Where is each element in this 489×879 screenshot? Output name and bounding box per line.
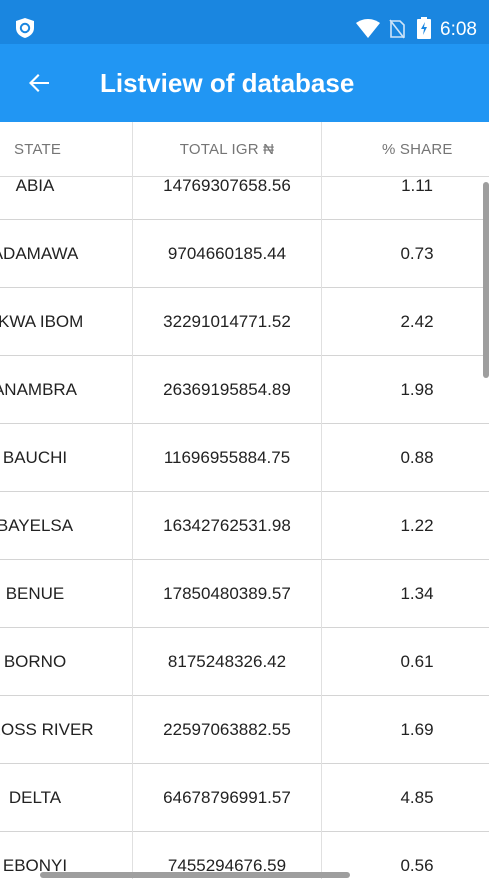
table-row[interactable]: BENUE 17850480389.57 1.34	[0, 560, 489, 628]
cell-state: BENUE	[5, 583, 65, 603]
cell-total-igr: 11696955884.75	[163, 447, 291, 467]
cell-share: 1.69	[400, 719, 434, 739]
cell-share: 0.61	[400, 651, 434, 671]
table-row[interactable]: BORNO 8175248326.42 0.61	[0, 628, 489, 696]
cell-total-igr: 22597063882.55	[163, 719, 291, 739]
cell-state: BAYELSA	[0, 515, 74, 535]
cell-state: CROSS RIVER	[0, 719, 94, 739]
column-divider	[321, 122, 322, 879]
cell-total-igr: 64678796991.57	[163, 787, 291, 807]
column-header-share[interactable]: % SHARE	[322, 122, 489, 176]
cell-share: 0.73	[400, 243, 434, 263]
cell-state: AKWA IBOM	[0, 311, 84, 331]
database-table[interactable]: STATE TOTAL IGR ₦ % SHARE ABIA 147693076…	[0, 122, 489, 879]
cell-state: BAUCHI	[2, 447, 68, 467]
battery-charging-icon	[417, 17, 431, 39]
no-sim-icon	[389, 19, 405, 39]
column-header-state[interactable]: STATE	[0, 122, 132, 176]
cell-share: 2.42	[400, 311, 434, 331]
cell-state: DELTA	[8, 787, 62, 807]
table-row[interactable]: BAUCHI 11696955884.75 0.88	[0, 424, 489, 492]
table-row[interactable]: CROSS RIVER 22597063882.55 1.69	[0, 696, 489, 764]
cell-share: 1.98	[400, 379, 434, 399]
status-bar: 6:08	[0, 0, 489, 44]
table-header: STATE TOTAL IGR ₦ % SHARE	[0, 122, 489, 177]
page-title: Listview of database	[100, 68, 355, 98]
table-row[interactable]: BAYELSA 16342762531.98 1.22	[0, 492, 489, 560]
shield-icon	[16, 18, 34, 38]
column-divider	[132, 122, 133, 879]
arrow-back-icon	[29, 74, 49, 92]
app-bar: Listview of database	[0, 44, 489, 122]
table-row[interactable]: ADAMAWA 9704660185.44 0.73	[0, 220, 489, 288]
cell-total-igr: 32291014771.52	[163, 311, 291, 331]
cell-total-igr: 8175248326.42	[167, 651, 287, 671]
horizontal-scrollbar[interactable]	[40, 872, 350, 878]
cell-state: BORNO	[3, 651, 67, 671]
table-body[interactable]: ABIA 14769307658.56 1.11 ADAMAWA 9704660…	[0, 152, 489, 879]
vertical-scrollbar[interactable]	[483, 182, 489, 378]
status-time: 6:08	[440, 19, 477, 40]
table-row[interactable]: AKWA IBOM 32291014771.52 2.42	[0, 288, 489, 356]
back-button[interactable]	[20, 64, 58, 102]
cell-total-igr: 17850480389.57	[163, 583, 291, 603]
cell-total-igr: 9704660185.44	[167, 243, 287, 263]
table-row[interactable]: DELTA 64678796991.57 4.85	[0, 764, 489, 832]
cell-total-igr: 26369195854.89	[163, 379, 291, 399]
column-header-total-igr[interactable]: TOTAL IGR ₦	[133, 122, 321, 176]
cell-share: 0.88	[400, 447, 434, 467]
cell-state: ANAMBRA	[0, 379, 78, 399]
cell-share: 1.34	[400, 583, 434, 603]
cell-state: ADAMAWA	[0, 243, 79, 263]
cell-share: 1.22	[400, 515, 434, 535]
cell-share: 4.85	[400, 787, 434, 807]
wifi-icon	[356, 19, 380, 38]
cell-total-igr: 16342762531.98	[163, 515, 291, 535]
table-row[interactable]: ANAMBRA 26369195854.89 1.98	[0, 356, 489, 424]
